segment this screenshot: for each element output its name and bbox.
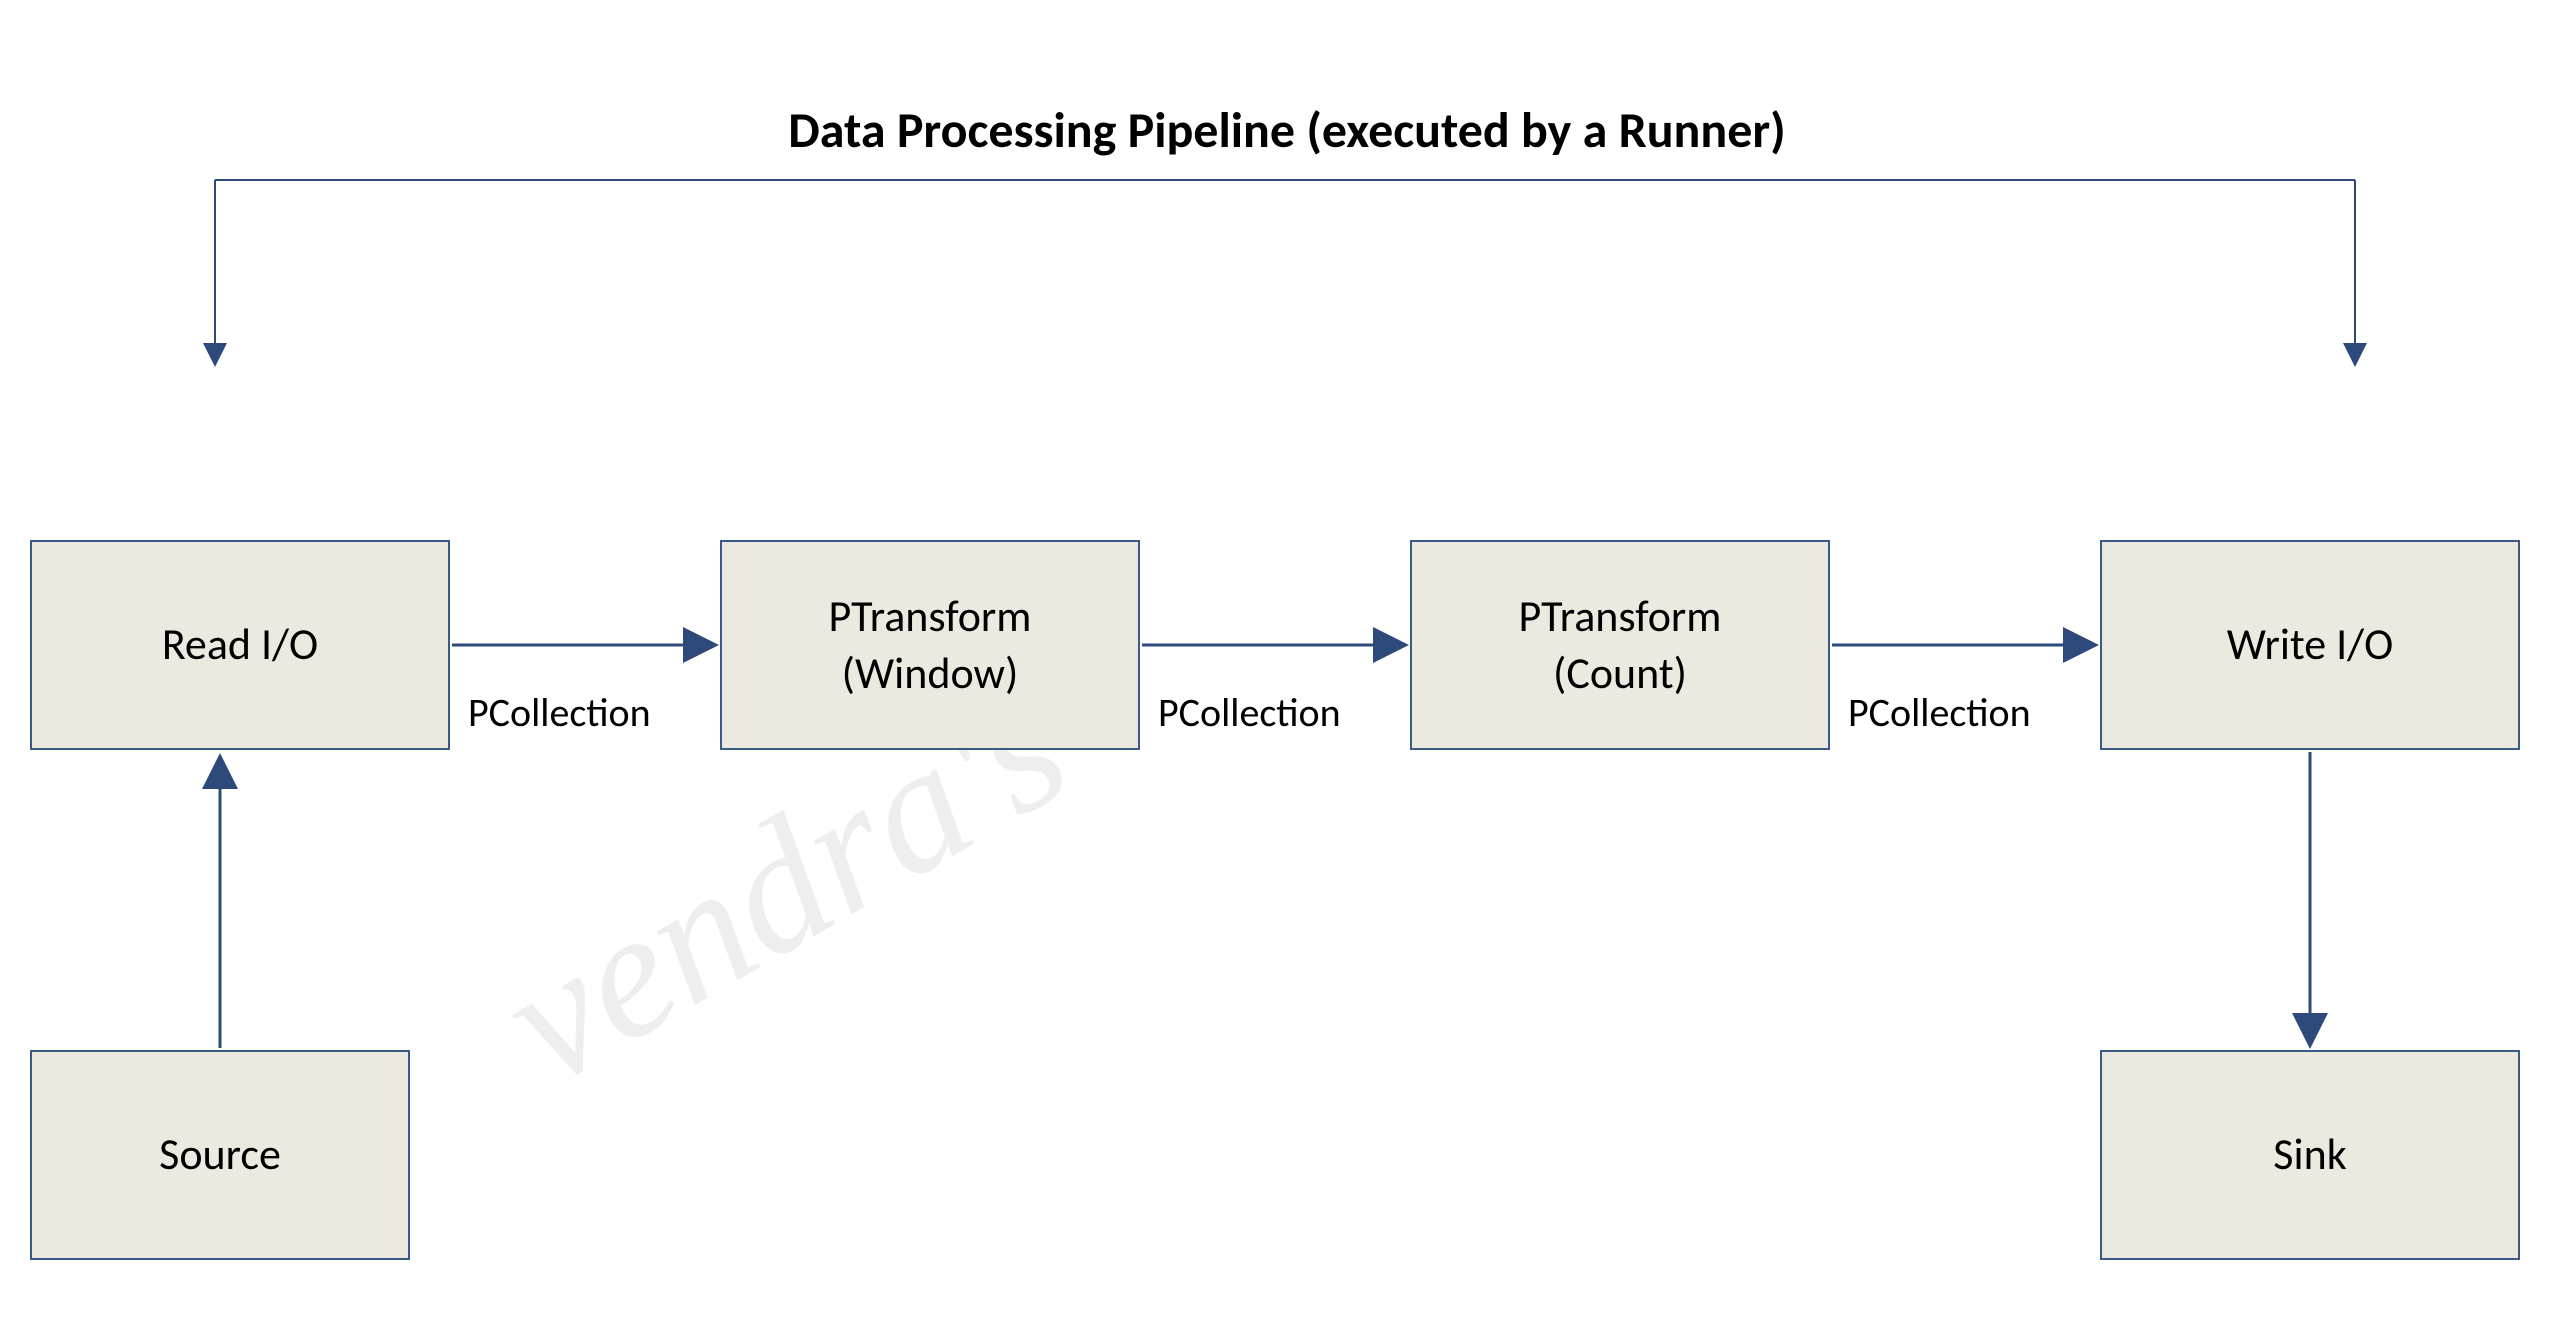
sink-box: Sink (2100, 1050, 2520, 1260)
ptransform-window-box: PTransform (Window) (720, 540, 1140, 750)
title-bracket (195, 170, 2375, 390)
pcollection-label-1: PCollection (468, 688, 651, 737)
diagram-title: Data Processing Pipeline (executed by a … (788, 100, 1786, 161)
source-box: Source (30, 1050, 410, 1260)
write-io-box: Write I/O (2100, 540, 2520, 750)
write-io-label: Write I/O (2227, 616, 2394, 673)
ptransform-count-box: PTransform (Count) (1410, 540, 1830, 750)
sink-label: Sink (2273, 1126, 2346, 1183)
ptransform-count-label: PTransform (Count) (1519, 588, 1722, 702)
source-label: Source (159, 1126, 281, 1183)
read-io-label: Read I/O (162, 616, 318, 673)
ptransform-window-label: PTransform (Window) (829, 588, 1032, 702)
pcollection-label-3: PCollection (1848, 688, 2031, 737)
pcollection-label-2: PCollection (1158, 688, 1341, 737)
read-io-box: Read I/O (30, 540, 450, 750)
